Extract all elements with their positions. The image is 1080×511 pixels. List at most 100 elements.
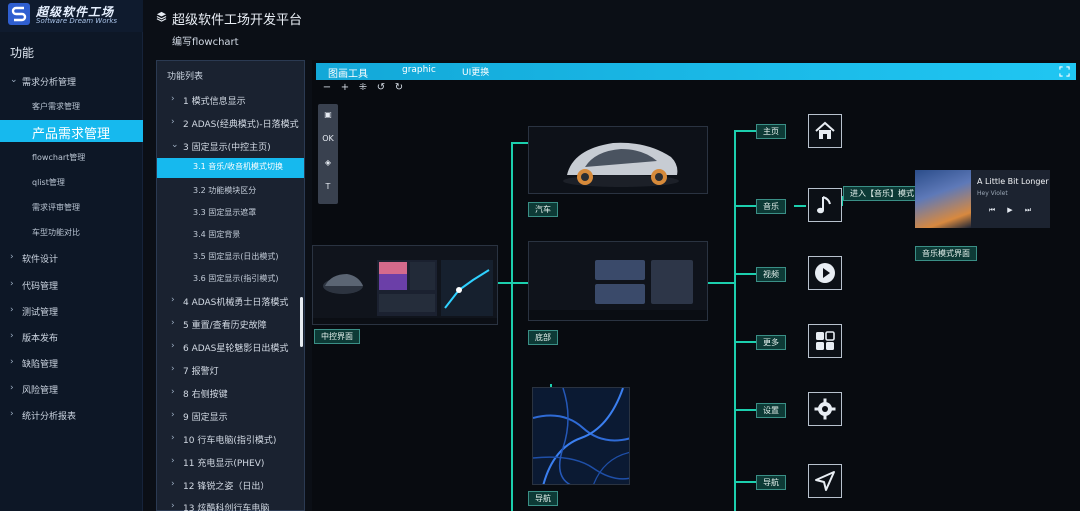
ui-change-tab[interactable]: UI更换 xyxy=(462,65,489,78)
fit-button[interactable]: ⁜ xyxy=(354,82,372,93)
function-item-label: 2 ADAS(经典模式)-日落模式 xyxy=(183,120,299,130)
page-title: 超级软件工场开发平台 xyxy=(172,13,303,28)
function-item-label: 7 报警灯 xyxy=(183,367,219,377)
undo-button[interactable]: ↺ xyxy=(372,82,390,93)
branch-label-home[interactable]: 主页 xyxy=(756,124,786,139)
function-item-label: 3.1 音乐/收音机模式切换 xyxy=(193,162,283,171)
sidebar: 超级软件工场 Software Dream Works 功能 ⌄ 需求分析管理 … xyxy=(0,0,143,511)
bottom-bar-illustration xyxy=(529,242,707,320)
car-illustration xyxy=(529,127,707,193)
function-item[interactable]: 3.3 固定显示遮罩 xyxy=(157,204,304,222)
image-tool-icon[interactable]: ▣ xyxy=(320,110,336,124)
previous-icon[interactable]: ⏮ xyxy=(983,206,1001,215)
function-item[interactable]: › 4 ADAS机械勇士日落模式 xyxy=(157,292,304,310)
chevron-right-icon: › xyxy=(171,94,175,104)
play-icon[interactable]: ▶ xyxy=(1001,206,1019,214)
center-console-label[interactable]: 中控界面 xyxy=(314,329,360,344)
sidebar-item-label: 软件设计 xyxy=(22,255,59,265)
canvas-mini-toolbar: − + ⁜ ↺ ↻ xyxy=(318,82,408,96)
function-item[interactable]: › 10 行车电脑(指引模式) xyxy=(157,430,304,448)
enter-music-mode-label[interactable]: 进入【音乐】模式 xyxy=(843,186,921,201)
function-item[interactable]: › 12 锋锐之姿（日出） xyxy=(157,476,304,494)
sidebar-item-label: 代码管理 xyxy=(22,282,59,292)
function-item[interactable]: 3.6 固定显示(指引模式) xyxy=(157,270,304,288)
shape-tool-icon[interactable]: ◈ xyxy=(320,158,336,172)
connector-line xyxy=(511,142,528,144)
chevron-right-icon: › xyxy=(171,364,175,374)
center-console-illustration xyxy=(313,246,497,324)
connector-line xyxy=(734,205,756,207)
function-list-scrollbar[interactable] xyxy=(300,297,303,347)
settings-node[interactable] xyxy=(808,392,842,426)
function-item-label: 8 右侧按键 xyxy=(183,390,228,400)
sidebar-item-label: 缺陷管理 xyxy=(22,360,59,370)
navigation-map-image[interactable] xyxy=(532,387,630,485)
chevron-right-icon: › xyxy=(10,252,14,262)
home-icon xyxy=(815,121,835,139)
chevron-right-icon: › xyxy=(171,479,175,489)
ok-tool-button[interactable]: OK xyxy=(320,134,336,148)
sidebar-item-label: 需求评审管理 xyxy=(32,203,80,212)
fullscreen-icon[interactable] xyxy=(1059,66,1070,77)
navigation-map-label[interactable]: 导航 xyxy=(528,491,558,506)
logo: 超级软件工场 Software Dream Works xyxy=(0,0,143,32)
branch-label-settings[interactable]: 设置 xyxy=(756,403,786,418)
connector-line xyxy=(511,282,528,284)
function-item-label: 10 行车电脑(指引模式) xyxy=(183,436,277,446)
function-item[interactable]: › 8 右侧按键 xyxy=(157,384,304,402)
sidebar-item-product-requirements[interactable]: 产品需求管理 xyxy=(0,120,143,142)
music-node[interactable] xyxy=(808,188,842,222)
function-item[interactable]: › 2 ADAS(经典模式)-日落模式 xyxy=(157,114,304,132)
album-art xyxy=(915,170,971,228)
flowchart-canvas[interactable]: 图画工具 graphic UI更换 − + ⁜ ↺ ↻ ▣ OK ◈ T 中控界… xyxy=(312,60,1080,511)
music-mode-label[interactable]: 音乐模式界面 xyxy=(915,246,977,261)
function-item-label: 5 重置/查看历史故障 xyxy=(183,321,267,331)
redo-button[interactable]: ↻ xyxy=(390,82,408,93)
home-node[interactable] xyxy=(808,114,842,148)
bottom-bar-screenshot[interactable] xyxy=(528,241,708,321)
play-icon xyxy=(815,263,835,283)
branch-label-more[interactable]: 更多 xyxy=(756,335,786,350)
drawing-tools-tab[interactable]: 图画工具 xyxy=(328,65,368,80)
center-console-screenshot[interactable] xyxy=(312,245,498,325)
function-item[interactable]: › 1 模式信息显示 xyxy=(157,91,304,109)
function-item[interactable]: › 7 报警灯 xyxy=(157,361,304,379)
gear-icon xyxy=(814,398,836,420)
next-icon[interactable]: ⏭ xyxy=(1019,206,1037,215)
video-node[interactable] xyxy=(808,256,842,290)
branch-label-video[interactable]: 视频 xyxy=(756,267,786,282)
function-item[interactable]: 3.4 固定背景 xyxy=(157,226,304,244)
function-item-label: 3.5 固定显示(日出模式) xyxy=(193,252,279,261)
chevron-right-icon: › xyxy=(10,331,14,341)
zoom-in-button[interactable]: + xyxy=(336,82,354,93)
car-label[interactable]: 汽车 xyxy=(528,202,558,217)
function-item[interactable]: › 5 重置/查看历史故障 xyxy=(157,315,304,333)
chevron-right-icon: › xyxy=(171,318,175,328)
text-tool-icon[interactable]: T xyxy=(320,182,336,196)
connector-line xyxy=(734,130,756,132)
layers-icon xyxy=(156,11,167,22)
function-item[interactable]: › 9 固定显示 xyxy=(157,407,304,425)
zoom-out-button[interactable]: − xyxy=(318,82,336,93)
function-item[interactable]: › 6 ADAS星轮魅影日出模式 xyxy=(157,338,304,356)
function-item-label: 3.4 固定背景 xyxy=(193,230,241,239)
branch-label-music[interactable]: 音乐 xyxy=(756,199,786,214)
artist-name: Hey Violet xyxy=(977,190,1008,197)
function-item[interactable]: 3.2 功能模块区分 xyxy=(157,182,304,200)
more-node[interactable] xyxy=(808,324,842,358)
connector-line xyxy=(734,481,756,483)
connector-line xyxy=(734,341,756,343)
graphic-tab[interactable]: graphic xyxy=(402,65,436,75)
function-item[interactable]: › 11 充电显示(PHEV) xyxy=(157,453,304,471)
branch-label-navigation[interactable]: 导航 xyxy=(756,475,786,490)
bottom-label[interactable]: 底部 xyxy=(528,330,558,345)
car-image[interactable] xyxy=(528,126,708,194)
chevron-right-icon: › xyxy=(171,117,175,127)
function-item[interactable]: 3.5 固定显示(日出模式) xyxy=(157,248,304,266)
chevron-right-icon: › xyxy=(10,357,14,367)
music-mode-screenshot[interactable]: A Little Bit Longer Hey Violet ⏮ ▶ ⏭ xyxy=(915,170,1050,228)
function-item-active[interactable]: 3.1 音乐/收音机模式切换 xyxy=(157,158,304,178)
navigation-node[interactable] xyxy=(808,464,842,498)
function-item[interactable]: › 13 炫酷科创行车电脑 xyxy=(157,498,304,511)
function-item[interactable]: ⌄ 3 固定显示(中控主页) xyxy=(157,137,304,155)
